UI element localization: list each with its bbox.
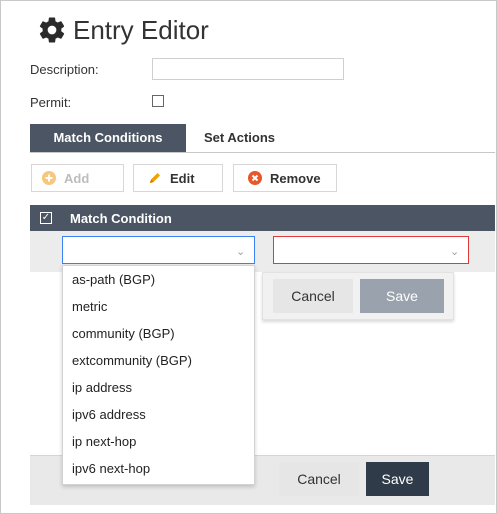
dropdown-option[interactable]: extcommunity (BGP) [63, 347, 254, 374]
description-label: Description: [30, 62, 99, 77]
tab-bar: Match Conditions Set Actions [30, 124, 495, 153]
remove-button-label: Remove [270, 170, 321, 186]
gear-icon [39, 17, 65, 43]
permit-checkbox[interactable] [152, 95, 164, 107]
grid-header: ✓ Match Condition [30, 205, 495, 231]
match-condition-column-header: Match Condition [70, 210, 172, 226]
match-type-dropdown-list: as-path (BGP) metric community (BGP) ext… [62, 265, 255, 485]
tab-match-conditions[interactable]: Match Conditions [30, 124, 186, 152]
dialog-title: Entry Editor [37, 14, 209, 46]
edit-button-label: Edit [170, 170, 195, 186]
remove-icon [248, 171, 262, 185]
dropdown-option[interactable]: as-path (BGP) [63, 266, 254, 293]
dropdown-option[interactable]: ip next-hop [63, 428, 254, 455]
cancel-button[interactable]: Cancel [279, 462, 359, 496]
add-icon [42, 171, 56, 185]
chevron-down-icon: ⌄ [450, 246, 460, 258]
match-type-select[interactable]: ⌄ [62, 236, 255, 264]
row-edit-popup: Cancel Save [262, 272, 454, 320]
add-button-label: Add [64, 170, 90, 186]
edit-button[interactable]: Edit [133, 164, 223, 192]
row-save-button[interactable]: Save [360, 279, 444, 313]
permit-label: Permit: [30, 95, 72, 110]
match-value-select[interactable]: ⌄ [273, 236, 469, 264]
add-button[interactable]: Add [31, 164, 124, 192]
chevron-down-icon: ⌄ [236, 246, 246, 258]
dropdown-option[interactable]: ipv6 address [63, 401, 254, 428]
page-title: Entry Editor [73, 14, 209, 45]
dropdown-option[interactable]: metric [63, 293, 254, 320]
pencil-icon [150, 173, 160, 183]
select-all-checkbox[interactable]: ✓ [40, 212, 52, 224]
tab-set-actions[interactable]: Set Actions [190, 124, 289, 152]
description-input[interactable] [152, 58, 344, 80]
dropdown-option[interactable]: ip address [63, 374, 254, 401]
save-button[interactable]: Save [366, 462, 429, 496]
remove-button[interactable]: Remove [233, 164, 337, 192]
dropdown-option[interactable]: community (BGP) [63, 320, 254, 347]
dropdown-option[interactable]: ipv6 next-hop [63, 455, 254, 482]
row-cancel-button[interactable]: Cancel [273, 279, 353, 313]
